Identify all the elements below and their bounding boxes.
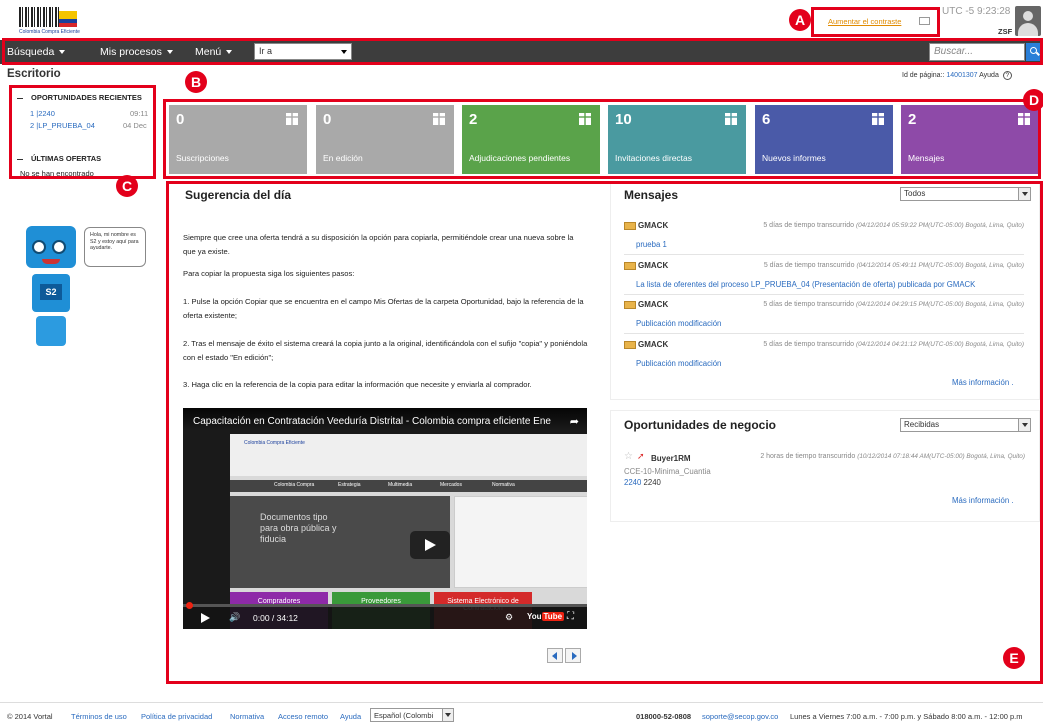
mascot-badge: S2 (40, 284, 62, 300)
footer-email[interactable]: soporte@secop.gov.co (702, 712, 778, 721)
mascot-s2[interactable]: S2 (22, 220, 92, 350)
mascot-speech-bubble: Hola, mi nombre es S2 y estoy aquí para … (84, 227, 146, 267)
language-select-value: Español (Colombi (374, 711, 434, 720)
annotation-badge-a: A (789, 9, 811, 31)
annotation-box-a (811, 7, 940, 37)
mascot-mouth (42, 259, 60, 264)
annotation-badge-c: C (116, 175, 138, 197)
logo[interactable]: Colombia Compra Eficiente (17, 7, 97, 37)
annotation-box-e (166, 181, 1043, 684)
annotation-box-b (2, 38, 1043, 65)
footer-link[interactable]: Normativa (230, 712, 264, 721)
chevron-down-icon (442, 709, 453, 721)
mascot-eye (32, 240, 46, 254)
footer-link[interactable]: Ayuda (340, 712, 361, 721)
annotation-badge-e: E (1003, 647, 1025, 669)
help-link[interactable]: Ayuda (979, 72, 999, 79)
mascot-head (26, 226, 76, 268)
language-select[interactable]: Español (Colombi (370, 708, 454, 722)
logo-text: Colombia Compra Eficiente (19, 29, 80, 35)
footer-link[interactable]: Términos de uso (71, 712, 127, 721)
annotation-badge-b: B (185, 71, 207, 93)
mascot-base (36, 316, 66, 346)
footer-phone: 018000-52-0808 (636, 712, 692, 721)
page-id-value[interactable]: 14001307 (946, 72, 977, 79)
user-code: ZSF (998, 27, 1013, 36)
mascot-eye (52, 240, 66, 254)
footer: © 2014 Vortal Términos de uso Política d… (0, 702, 1043, 726)
annotation-box-c (9, 85, 156, 179)
avatar[interactable] (1015, 6, 1041, 36)
annotation-box-d (163, 99, 1041, 179)
barcode-logo-graphic (19, 7, 59, 27)
footer-copyright: © 2014 Vortal (7, 712, 53, 721)
footer-link[interactable]: Acceso remoto (278, 712, 328, 721)
footer-hours: Lunes a Viernes 7:00 a.m. - 7:00 p.m. y … (790, 712, 1023, 721)
page-title: Escritorio (7, 68, 61, 80)
footer-link[interactable]: Política de privacidad (141, 712, 212, 721)
clock-display: UTC -5 9:23:28 (942, 6, 1011, 17)
avatar-head-icon (1023, 11, 1033, 21)
page-id-label: Id de página:: (902, 72, 945, 79)
page-id-info: Id de página:: 14001307 Ayuda ? (902, 71, 1012, 80)
avatar-body-icon (1018, 23, 1038, 36)
flag-logo-graphic (59, 11, 77, 27)
annotation-badge-d: D (1023, 89, 1043, 111)
help-icon[interactable]: ? (1002, 71, 1012, 80)
